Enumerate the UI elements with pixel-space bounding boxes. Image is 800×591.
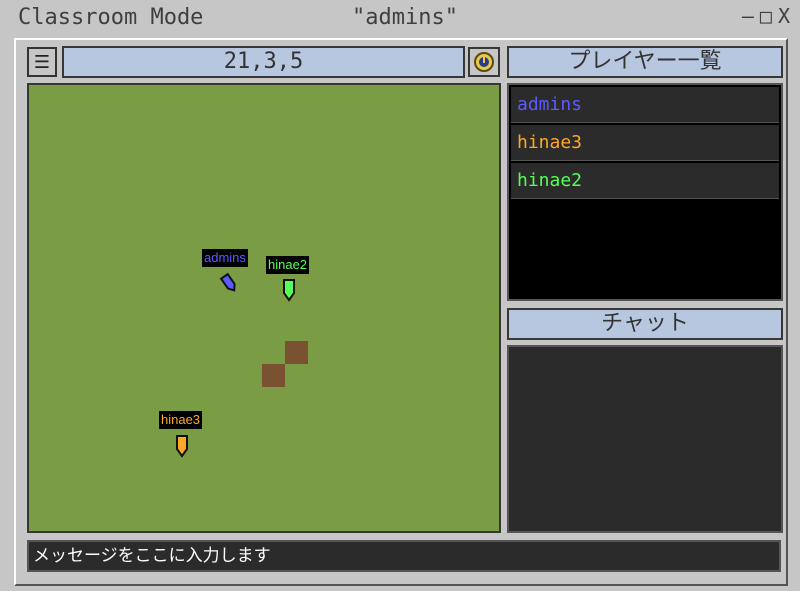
map-nametag-hinae2: hinae2 (266, 256, 310, 274)
chat-log (507, 345, 783, 533)
player-marker-admins[interactable] (217, 271, 241, 295)
player-marker-hinae2[interactable] (279, 277, 299, 303)
player-list-item-hinae3[interactable]: hinae3 (511, 125, 779, 161)
dirt-block (262, 364, 285, 387)
menu-icon: ☰ (33, 51, 51, 73)
coordinates-display: 21,3,5 (62, 46, 465, 78)
map-nametag-admins: admins (202, 249, 248, 267)
clock-icon (474, 52, 494, 72)
player-list-item-admins[interactable]: admins (511, 87, 779, 123)
window-user-title: "admins" (352, 5, 458, 30)
minimize-button[interactable]: – (742, 5, 754, 27)
player-list-item-hinae2[interactable]: hinae2 (511, 163, 779, 199)
map-nametag-hinae3: hinae3 (159, 411, 203, 429)
clock-button[interactable] (468, 47, 500, 77)
player-list-title: プレイヤー一覧 (507, 46, 783, 78)
window-controls: – □ X (742, 5, 790, 27)
player-marker-hinae3[interactable] (172, 433, 192, 459)
map-view[interactable]: admins hinae2 hinae3 (27, 83, 501, 533)
app-title: Classroom Mode (18, 5, 204, 30)
dirt-block (285, 341, 308, 364)
chat-title: チャット (507, 308, 783, 340)
menu-button[interactable]: ☰ (27, 47, 57, 77)
message-input[interactable]: メッセージをここに入力します (27, 540, 781, 572)
maximize-button[interactable]: □ (760, 5, 772, 27)
player-list: admins hinae3 hinae2 (507, 83, 783, 301)
title-bar: Classroom Mode "admins" – □ X (0, 0, 800, 38)
close-button[interactable]: X (778, 5, 790, 27)
